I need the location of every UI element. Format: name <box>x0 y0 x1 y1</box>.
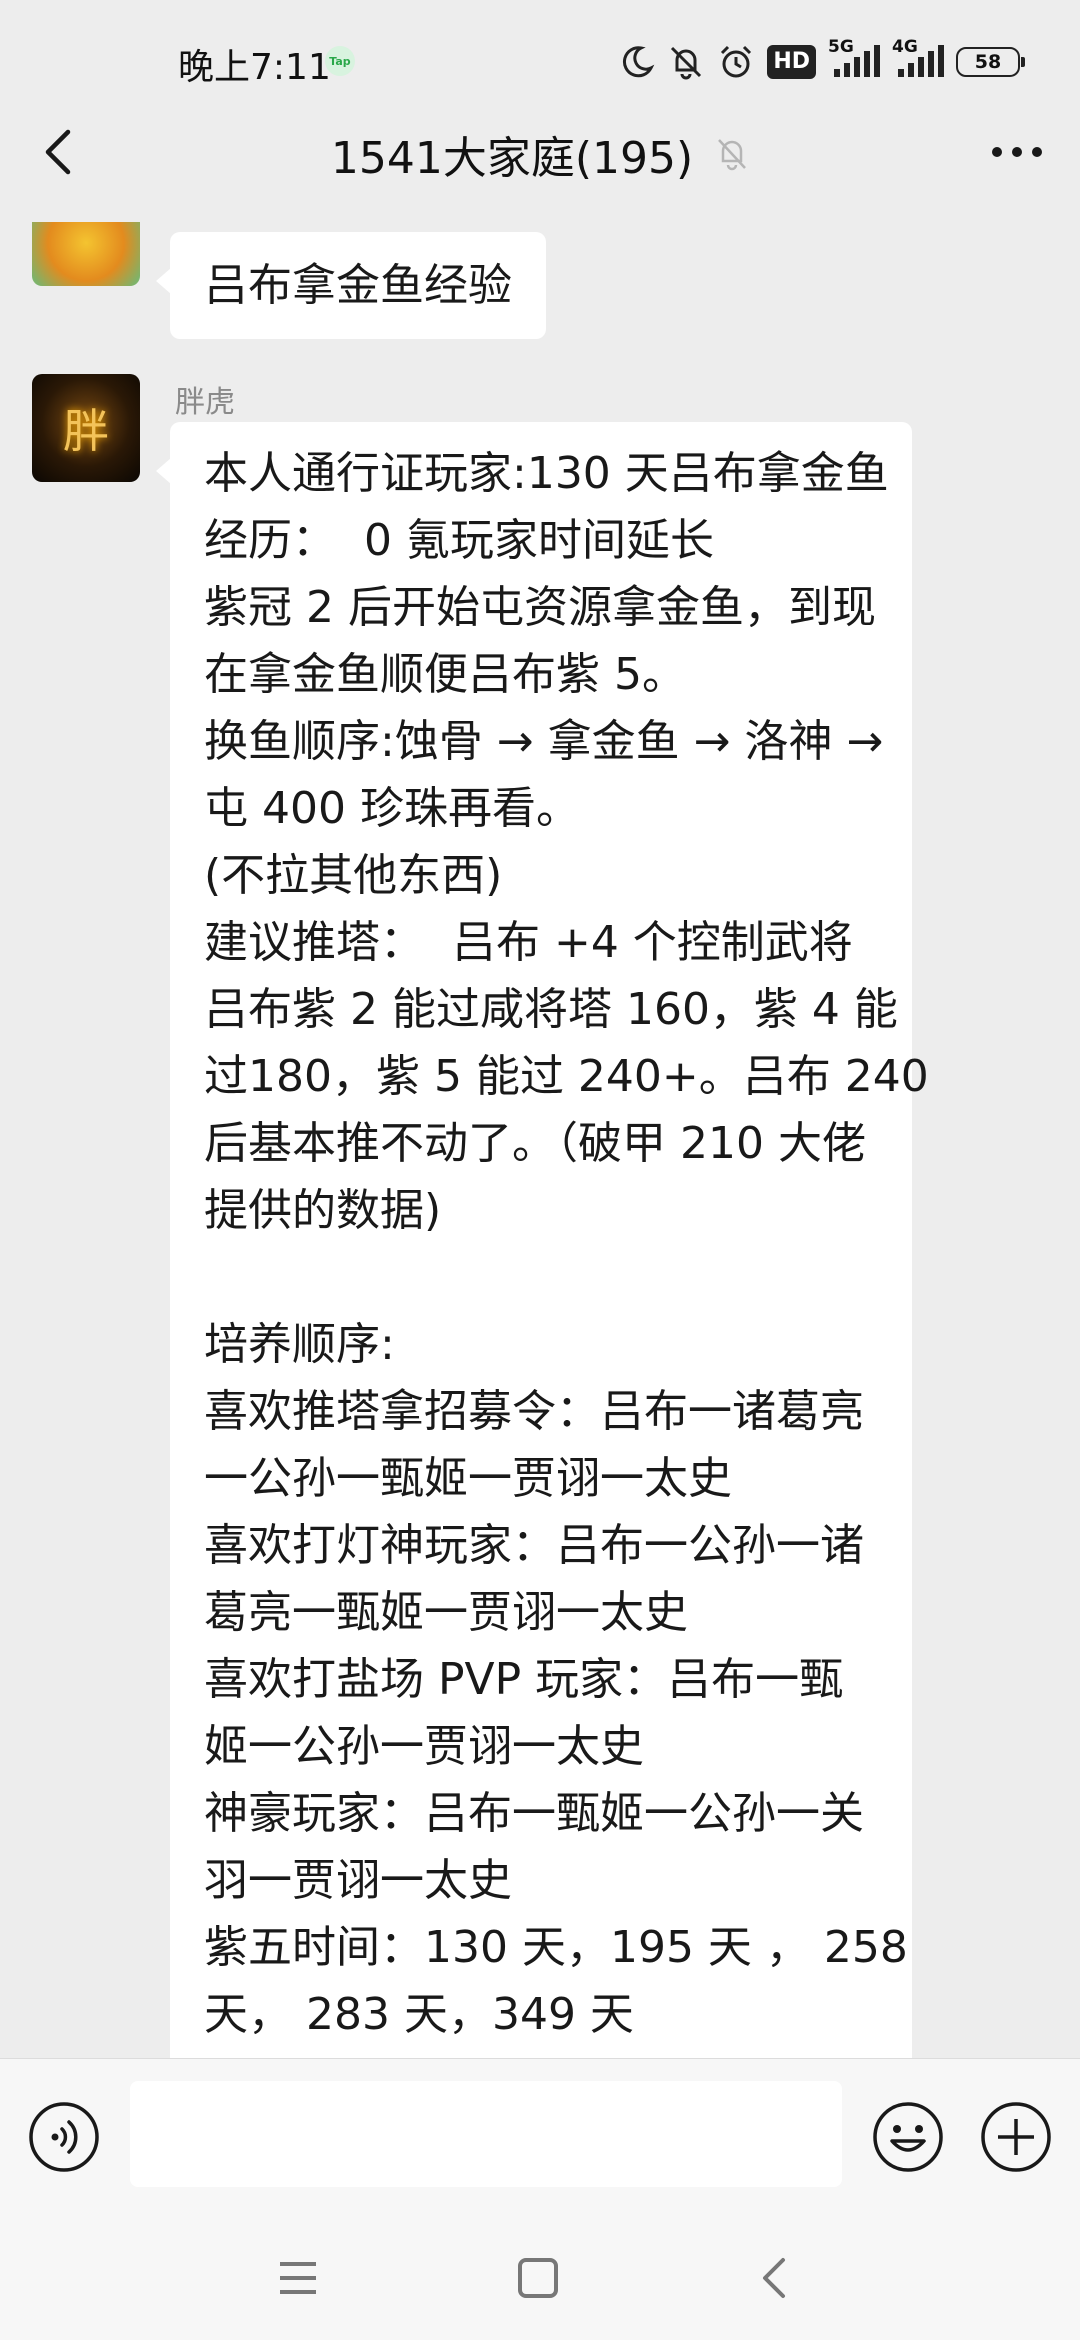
message-line: 过180，紫 5 能过 240+。吕布 240 <box>204 1051 929 1102</box>
message-input[interactable] <box>130 2081 842 2187</box>
more-button[interactable] <box>982 122 1052 182</box>
voice-icon <box>29 2102 99 2172</box>
emoji-button[interactable] <box>872 2101 944 2173</box>
message-line: 葛亮一甄姬一贾诩一太史 <box>204 1587 688 1638</box>
message-line: 在拿金鱼顺便吕布紫 5。 <box>204 649 686 700</box>
message-line: 培养顺序: <box>204 1319 395 1370</box>
signal-5g-icon: 5G <box>828 37 880 79</box>
bell-off-icon <box>671 46 702 80</box>
message-line: 天， 283 天，349 天 <box>204 1989 634 2040</box>
home-square-icon <box>518 2258 558 2298</box>
message-line: 吕布拿金鱼经验 <box>204 260 512 311</box>
battery-icon: 58 <box>956 47 1025 77</box>
message-line: 后基本推不动了。（破甲 210 大佬 <box>204 1118 866 1169</box>
alarm-icon <box>721 45 752 78</box>
nav-menu-button[interactable] <box>270 2250 326 2306</box>
message-line: 经历： 0 氪玩家时间延长 <box>204 515 714 566</box>
message-line: 姬一公孙一贾诩一太史 <box>204 1721 644 1772</box>
back-chevron-icon <box>763 2258 785 2298</box>
avatar-glyph: 胖 <box>63 404 109 458</box>
message-line: 吕布紫 2 能过咸将塔 160，紫 4 能 <box>204 984 898 1035</box>
chat-title: 1541大家庭(195) <box>330 133 694 184</box>
sender-name: 胖虎 <box>175 385 235 420</box>
message-bubble[interactable]: 吕布拿金鱼经验 <box>156 232 546 339</box>
nav-home-button[interactable] <box>510 2250 566 2306</box>
message-list[interactable]: 吕布拿金鱼经验 胖 胖虎 本人通行证玩家:130 天吕布拿金鱼 经历： 0 氪玩… <box>0 222 1080 2060</box>
chat-header: 1541大家庭(195) <box>0 100 1080 225</box>
moon-icon <box>623 46 655 78</box>
nav-back-button[interactable] <box>746 2250 802 2306</box>
message-bubble[interactable]: 本人通行证玩家:130 天吕布拿金鱼 经历： 0 氪玩家时间延长 紫冠 2 后开… <box>156 422 929 2060</box>
hd-icon: HD <box>767 45 816 79</box>
signal-4g-icon: 4G <box>892 37 944 79</box>
menu-icon <box>280 2262 316 2294</box>
message-line: 提供的数据) <box>204 1185 442 1236</box>
message-line: 屯 400 珍珠再看。 <box>204 783 580 834</box>
status-time: 晚上7:11 <box>178 47 331 88</box>
message-line: 喜欢推塔拿招募令：吕布一诸葛亮 <box>204 1386 864 1437</box>
plus-icon <box>981 2102 1051 2172</box>
plus-button[interactable] <box>980 2101 1052 2173</box>
message-line: 一公孙一甄姬一贾诩一太史 <box>204 1453 732 1504</box>
message-line <box>204 1244 878 1311</box>
message-line: 喜欢打盐场 PVP 玩家：吕布一甄 <box>204 1654 844 1705</box>
chat-title-group: 1541大家庭(195) <box>0 122 1080 186</box>
message-line: 神豪玩家：吕布一甄姬一公孙一关 <box>204 1788 864 1839</box>
system-nav-bar <box>0 2216 1080 2340</box>
message-line: 喜欢打灯神玩家：吕布一公孙一诸 <box>204 1520 864 1571</box>
message-line: 本人通行证玩家:130 天吕布拿金鱼 <box>204 448 889 499</box>
message-line: (不拉其他东西) <box>204 850 503 901</box>
avatar[interactable]: 胖 <box>32 374 140 482</box>
tap-app-icon: Tap <box>325 46 355 76</box>
message-line: 换鱼顺序:蚀骨 → 拿金鱼 → 洛神 → <box>204 716 884 767</box>
emoji-icon <box>873 2102 943 2172</box>
message-line: 紫五时间：130 天，195 天 ， 258 <box>204 1922 908 1973</box>
message-line: 羽一贾诩一太史 <box>204 1855 512 1906</box>
message-line: 建议推塔： 吕布 +4 个控制武将 <box>204 917 853 968</box>
voice-button[interactable] <box>28 2101 100 2173</box>
message-line: 紫冠 2 后开始屯资源拿金鱼，到现 <box>204 582 876 633</box>
input-bar <box>0 2058 1080 2216</box>
mute-bell-icon <box>718 139 747 171</box>
chat-screen: 晚上7:11 Tap HD 5G 4G 58 1541大家庭(195) 吕布拿金… <box>0 0 1080 2340</box>
status-icons: HD 5G 4G 58 <box>619 36 1025 88</box>
avatar[interactable] <box>32 222 140 286</box>
more-dots-icon <box>992 147 1042 157</box>
